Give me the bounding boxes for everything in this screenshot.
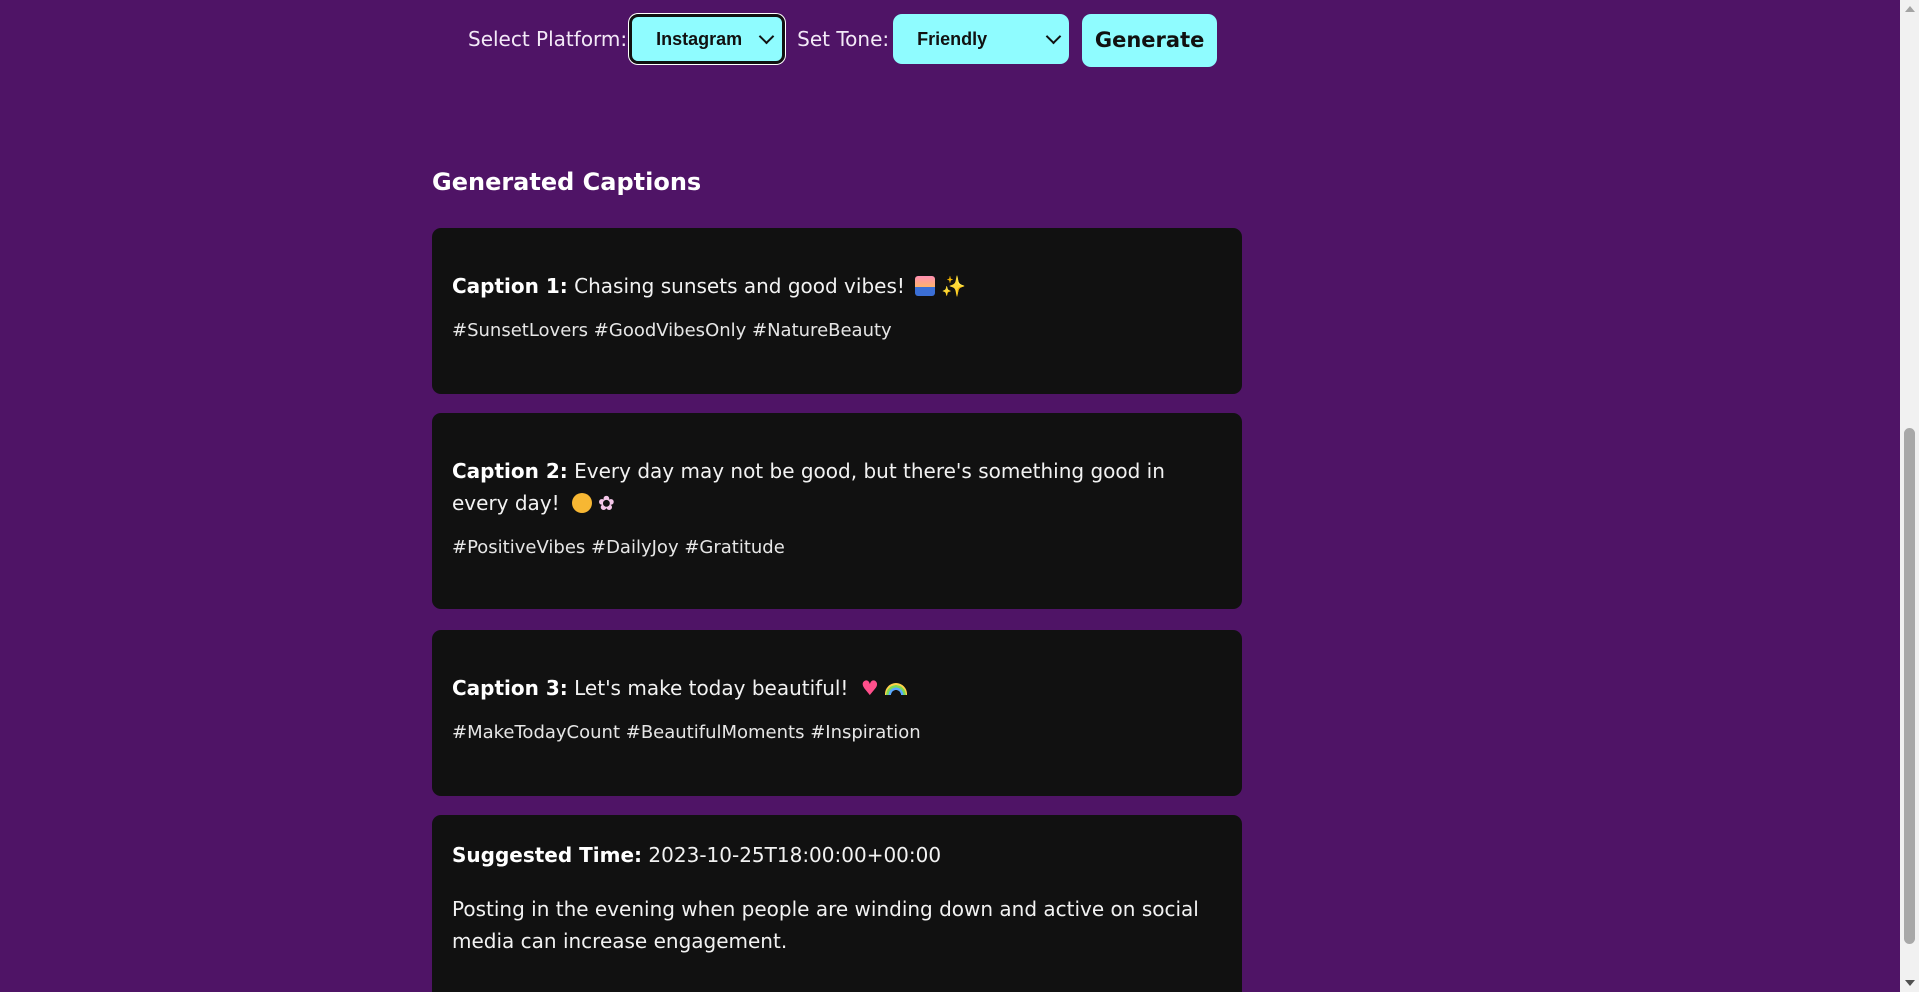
caption-card: Caption 3: Let's make today beautiful! ♥… — [432, 630, 1242, 796]
generate-button[interactable]: Generate — [1082, 13, 1218, 67]
scroll-down-arrow-icon[interactable] — [1905, 980, 1915, 986]
caption-card: Caption 2: Every day may not be good, bu… — [432, 413, 1242, 609]
suggested-time-reason: Posting in the evening when people are w… — [452, 897, 1199, 953]
chevron-down-icon — [1045, 28, 1062, 45]
page-viewport: Select Platform: Instagram Set Tone: Fri… — [0, 0, 1900, 992]
platform-label: Select Platform: — [468, 27, 628, 51]
smiling-face-emoji-icon — [572, 493, 593, 513]
suggested-time-label: Suggested Time: — [452, 843, 643, 867]
caption-text: Caption 2: Every day may not be good, bu… — [452, 455, 1222, 519]
caption-label: Caption 3: — [452, 676, 568, 700]
caption-hashtags: #SunsetLovers #GoodVibesOnly #NatureBeau… — [452, 320, 892, 341]
caption-controls: Select Platform: Instagram Set Tone: Fri… — [468, 12, 1218, 67]
caption-text: Caption 1: Chasing sunsets and good vibe… — [452, 270, 1222, 302]
platform-selected-value: Instagram — [656, 28, 743, 49]
tone-selected-value: Friendly — [917, 28, 988, 49]
section-title: Generated Captions — [432, 168, 702, 196]
sparkling-heart-emoji-icon: ♥ — [860, 676, 879, 700]
tone-label: Set Tone: — [797, 27, 890, 51]
tone-select[interactable]: Friendly — [893, 14, 1070, 64]
caption-hashtags: #PositiveVibes #DailyJoy #Gratitude — [452, 537, 785, 558]
caption-label: Caption 1: — [452, 274, 568, 298]
suggested-time: Suggested Time: 2023-10-25T18:00:00+00:0… — [452, 839, 1222, 871]
scrollbar-thumb[interactable] — [1904, 428, 1915, 944]
caption-body: Let's make today beautiful! — [574, 676, 849, 700]
suggested-time-card: Suggested Time: 2023-10-25T18:00:00+00:0… — [432, 815, 1242, 992]
vertical-scrollbar[interactable] — [1900, 0, 1919, 992]
caption-label: Caption 2: — [452, 459, 568, 483]
suggested-time-value: 2023-10-25T18:00:00+00:00 — [648, 843, 942, 867]
caption-card: Caption 1: Chasing sunsets and good vibe… — [432, 228, 1242, 394]
sunset-emoji-icon — [915, 276, 936, 296]
caption-text: Caption 3: Let's make today beautiful! ♥ — [452, 672, 1222, 704]
platform-select[interactable]: Instagram — [629, 14, 786, 64]
scroll-up-arrow-icon[interactable] — [1905, 6, 1915, 12]
caption-hashtags: #MakeTodayCount #BeautifulMoments #Inspi… — [452, 722, 921, 743]
blossom-emoji-icon: ✿ — [598, 491, 615, 515]
chevron-down-icon — [758, 28, 775, 45]
sparkles-emoji-icon: ✨ — [941, 274, 967, 298]
rainbow-emoji-icon — [884, 683, 907, 695]
caption-body: Chasing sunsets and good vibes! — [574, 274, 905, 298]
